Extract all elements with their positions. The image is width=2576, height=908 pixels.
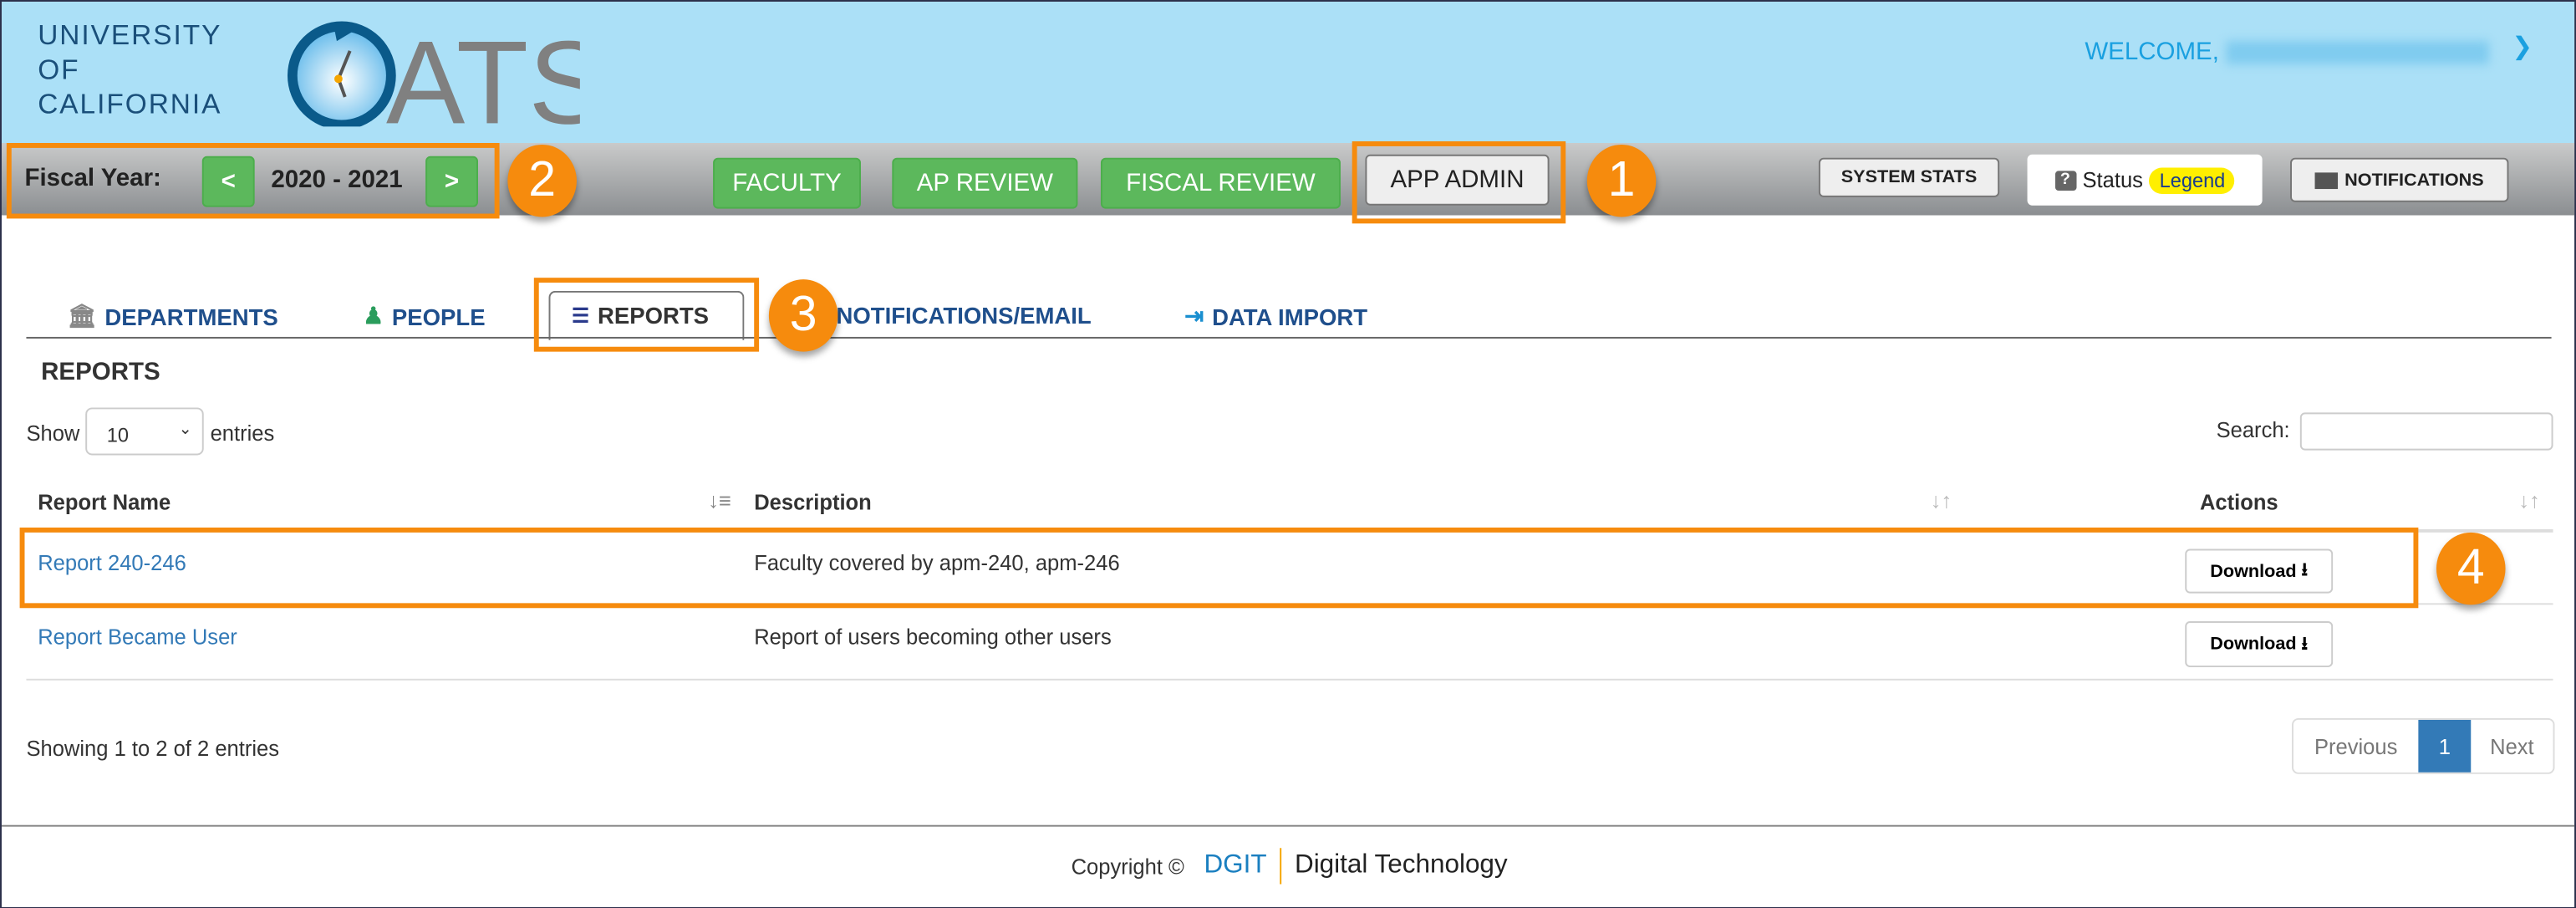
search-label: Search:: [2216, 417, 2290, 442]
previous-page-button[interactable]: Previous: [2293, 720, 2418, 773]
status-legend-button[interactable]: ? Status Legend: [2027, 154, 2263, 206]
logo-text: ATS: [386, 16, 580, 126]
table-info: Showing 1 to 2 of 2 entries: [26, 736, 280, 762]
show-label: Show: [26, 421, 80, 446]
sort-icon[interactable]: ↓↑: [1931, 488, 1952, 513]
envelope-icon: [2314, 171, 2339, 189]
brand-name: Digital Technology: [1294, 851, 1508, 880]
tab-label: NOTIFICATIONS/EMAIL: [836, 302, 1092, 329]
brand-separator: [1280, 848, 1282, 885]
col-report-name[interactable]: Report Name: [38, 490, 171, 514]
next-page-button[interactable]: Next: [2471, 720, 2553, 773]
entries-label: entries: [210, 421, 275, 446]
callout-box-2: [6, 143, 500, 219]
user-menu[interactable]: WELCOME,: [2085, 38, 2489, 66]
notifications-button[interactable]: NOTIFICATIONS: [2290, 157, 2509, 202]
download-button[interactable]: Download ⭳: [2185, 620, 2334, 668]
chevron-down-icon: ⌄: [178, 421, 192, 439]
logo-line: CALIFORNIA: [38, 89, 222, 120]
search-input[interactable]: [2299, 412, 2553, 451]
logo-line: OF: [38, 54, 80, 86]
pagination: Previous 1 Next: [2292, 717, 2555, 774]
tab-label: DATA IMPORT: [1212, 303, 1368, 330]
tab-people[interactable]: ♟ PEOPLE: [363, 303, 485, 330]
status-label: Status: [2082, 167, 2143, 192]
nav-fiscal-review[interactable]: FISCAL REVIEW: [1100, 157, 1341, 209]
tab-divider: [26, 336, 2552, 339]
report-description: Report of users becoming other users: [754, 624, 1112, 650]
logo-line: UNIVERSITY: [38, 19, 222, 51]
callout-4: 4: [2436, 532, 2506, 605]
welcome-text: WELCOME,: [2085, 38, 2219, 66]
callout-2: 2: [507, 144, 577, 217]
callout-box-1: [1352, 141, 1566, 224]
tab-departments[interactable]: 🏛 DEPARTMENTS: [68, 303, 278, 330]
entries-value: 10: [106, 424, 130, 447]
user-name-redacted: [2225, 41, 2489, 64]
tab-data-import[interactable]: ⇥ DATA IMPORT: [1184, 303, 1367, 330]
building-icon: 🏛: [67, 302, 97, 329]
entries-select[interactable]: 10 ⌄: [85, 407, 204, 456]
dgit-logo: DGIT: [1204, 851, 1267, 880]
section-title: REPORTS: [41, 358, 160, 386]
callout-3: 3: [768, 279, 838, 352]
col-actions[interactable]: Actions: [2200, 490, 2278, 514]
nav-faculty[interactable]: FACULTY: [713, 157, 861, 209]
chevron-down-icon[interactable]: ❯: [2512, 31, 2533, 60]
import-icon: ⇥: [1184, 302, 1204, 329]
notifications-label: NOTIFICATIONS: [2344, 170, 2484, 191]
download-icon: ⭳: [2301, 633, 2309, 654]
callout-1: 1: [1586, 144, 1657, 217]
legend-badge: Legend: [2149, 166, 2236, 193]
page-1-button[interactable]: 1: [2418, 719, 2472, 773]
question-icon: ?: [2054, 170, 2076, 191]
callout-box-3: [533, 278, 760, 352]
tab-notifications-email[interactable]: NOTIFICATIONS/EMAIL: [836, 303, 1091, 329]
tab-label: PEOPLE: [391, 303, 486, 330]
system-stats-button[interactable]: SYSTEM STATS: [1818, 157, 2000, 197]
report-link[interactable]: Report Became User: [38, 625, 237, 649]
download-label: Download: [2210, 634, 2297, 655]
uc-logo: UNIVERSITY OF CALIFORNIA: [38, 18, 221, 122]
copyright-text: Copyright ©: [1071, 854, 1184, 879]
oats-logo: ATS: [284, 15, 608, 148]
sort-asc-icon[interactable]: ↓≡: [708, 488, 731, 513]
footer-divider: [1, 824, 2575, 827]
oats-clock-icon: ATS: [287, 16, 608, 148]
tab-label: DEPARTMENTS: [104, 303, 278, 330]
nav-ap-review[interactable]: AP REVIEW: [892, 157, 1078, 209]
people-icon: ♟: [363, 302, 384, 329]
sort-icon[interactable]: ↓↑: [2518, 488, 2540, 513]
row-divider: [26, 678, 2553, 681]
col-description[interactable]: Description: [754, 490, 872, 514]
callout-box-4: [19, 527, 2419, 609]
footer: Copyright © DGIT Digital Technology: [1071, 848, 1508, 885]
